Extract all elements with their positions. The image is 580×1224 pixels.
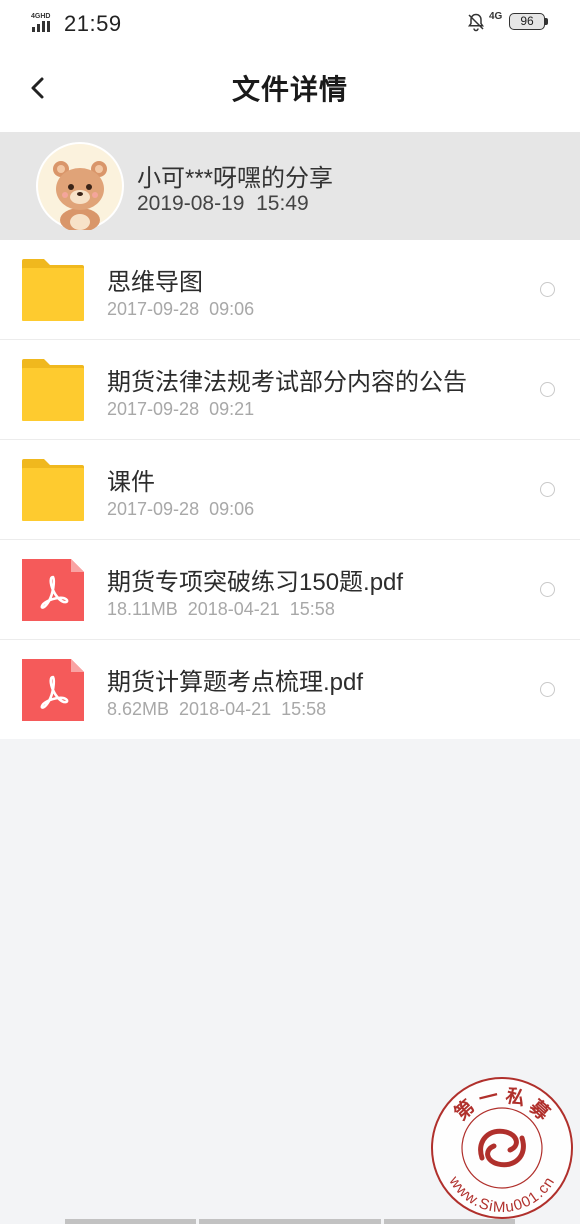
page-title: 文件详情 <box>231 74 348 105</box>
select-radio[interactable] <box>540 482 555 497</box>
file-name: 期货计算题考点梳理.pdf <box>107 669 364 696</box>
watermark-seal: 第 一 私 募 www.SiMu001.cn <box>431 1077 573 1219</box>
file-name: 期货法律法规考试部分内容的公告 <box>107 369 467 396</box>
bell-muted-icon <box>467 13 485 32</box>
list-item[interactable]: 期货专项突破练习150题.pdf 18.11MB 2018-04-21 15:5… <box>0 540 580 640</box>
share-info-banner: 小可***呀嘿的分享 2019-08-19 15:49 <box>0 132 580 240</box>
network-type-label: 4G <box>489 11 503 22</box>
network-label: 4GHD <box>31 13 50 20</box>
share-time: 2019-08-19 15:49 <box>137 192 309 215</box>
file-name: 课件 <box>107 469 155 496</box>
folder-icon <box>22 359 84 421</box>
select-radio[interactable] <box>540 282 555 297</box>
sharer-name: 小可***呀嘿的分享 <box>137 165 334 192</box>
file-meta: 18.11MB 2018-04-21 15:58 <box>107 599 335 619</box>
list-item[interactable]: 课件 2017-09-28 09:06 <box>0 440 580 540</box>
file-list: 思维导图 2017-09-28 09:06 期货法律法规考试部分内容的公告 20… <box>0 240 580 739</box>
file-meta: 2017-09-28 09:06 <box>107 299 255 319</box>
select-radio[interactable] <box>540 682 555 697</box>
file-name: 期货专项突破练习150题.pdf <box>107 569 404 596</box>
file-meta: 2017-09-28 09:21 <box>107 399 255 419</box>
status-bar: 4GHD 21:59 4G 96 <box>0 0 580 46</box>
pdf-file-icon <box>22 659 84 721</box>
header: 文件详情 <box>0 46 580 132</box>
battery-level: 96 <box>520 14 534 28</box>
battery-tip <box>545 18 548 25</box>
select-radio[interactable] <box>540 382 555 397</box>
file-name: 思维导图 <box>107 269 203 296</box>
signal-icon: 4GHD <box>31 13 50 32</box>
folder-icon <box>22 459 84 521</box>
nav-hint-center <box>199 1219 381 1224</box>
file-meta: 8.62MB 2018-04-21 15:58 <box>107 699 327 719</box>
list-item[interactable]: 思维导图 2017-09-28 09:06 <box>0 240 580 340</box>
battery-icon: 96 <box>509 13 545 30</box>
list-item[interactable]: 期货法律法规考试部分内容的公告 2017-09-28 09:21 <box>0 340 580 440</box>
avatar[interactable] <box>36 142 124 230</box>
folder-icon <box>22 259 84 321</box>
file-meta: 2017-09-28 09:06 <box>107 499 255 519</box>
pdf-file-icon <box>22 559 84 621</box>
nav-hint-right <box>384 1219 515 1224</box>
list-item[interactable]: 期货计算题考点梳理.pdf 8.62MB 2018-04-21 15:58 <box>0 640 580 739</box>
status-time: 21:59 <box>64 11 122 36</box>
nav-hint-left <box>65 1219 196 1224</box>
select-radio[interactable] <box>540 582 555 597</box>
